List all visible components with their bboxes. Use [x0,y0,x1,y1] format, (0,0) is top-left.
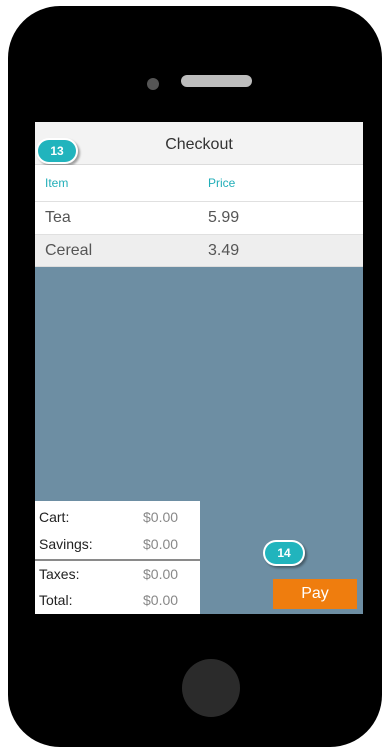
summary-value: $0.00 [143,566,179,582]
summary-value: $0.00 [143,536,179,552]
column-header-price: Price [208,176,236,190]
step-badge-header: 13 [38,140,76,162]
pay-button[interactable]: Pay [273,579,357,609]
speaker-bar [181,75,252,87]
summary-value: $0.00 [143,592,179,608]
app-screen: Checkout 13 Item Price Tea 5.99 Cereal 3… [35,122,363,614]
table-row[interactable]: Cereal 3.49 [35,235,363,267]
table-row[interactable]: Tea 5.99 [35,202,363,235]
home-button[interactable] [182,659,240,717]
page-title: Checkout [165,136,233,153]
header-bar: Checkout [35,122,363,165]
item-name: Tea [45,209,71,226]
summary-label: Savings: [39,536,93,552]
summary-panel-top: Cart: $0.00 Savings: $0.00 [35,501,200,559]
summary-value: $0.00 [143,509,179,525]
column-header-item: Item [45,176,69,190]
item-price: 3.49 [208,241,240,259]
summary-total-row: Total: $0.00 [35,587,200,613]
item-name: Cereal [45,241,93,259]
camera-dot [147,78,159,90]
summary-cart-row: Cart: $0.00 [35,504,200,530]
summary-panel-bottom: Taxes: $0.00 Total: $0.00 [35,561,200,614]
summary-label: Total: [39,592,73,608]
table-header: Item Price [35,165,363,202]
summary-taxes-row: Taxes: $0.00 [35,561,200,587]
summary-savings-row: Savings: $0.00 [35,531,200,557]
summary-label: Cart: [39,509,70,525]
summary-label: Taxes: [39,566,80,582]
step-badge-pay: 14 [265,542,303,564]
item-price: 5.99 [208,209,240,226]
